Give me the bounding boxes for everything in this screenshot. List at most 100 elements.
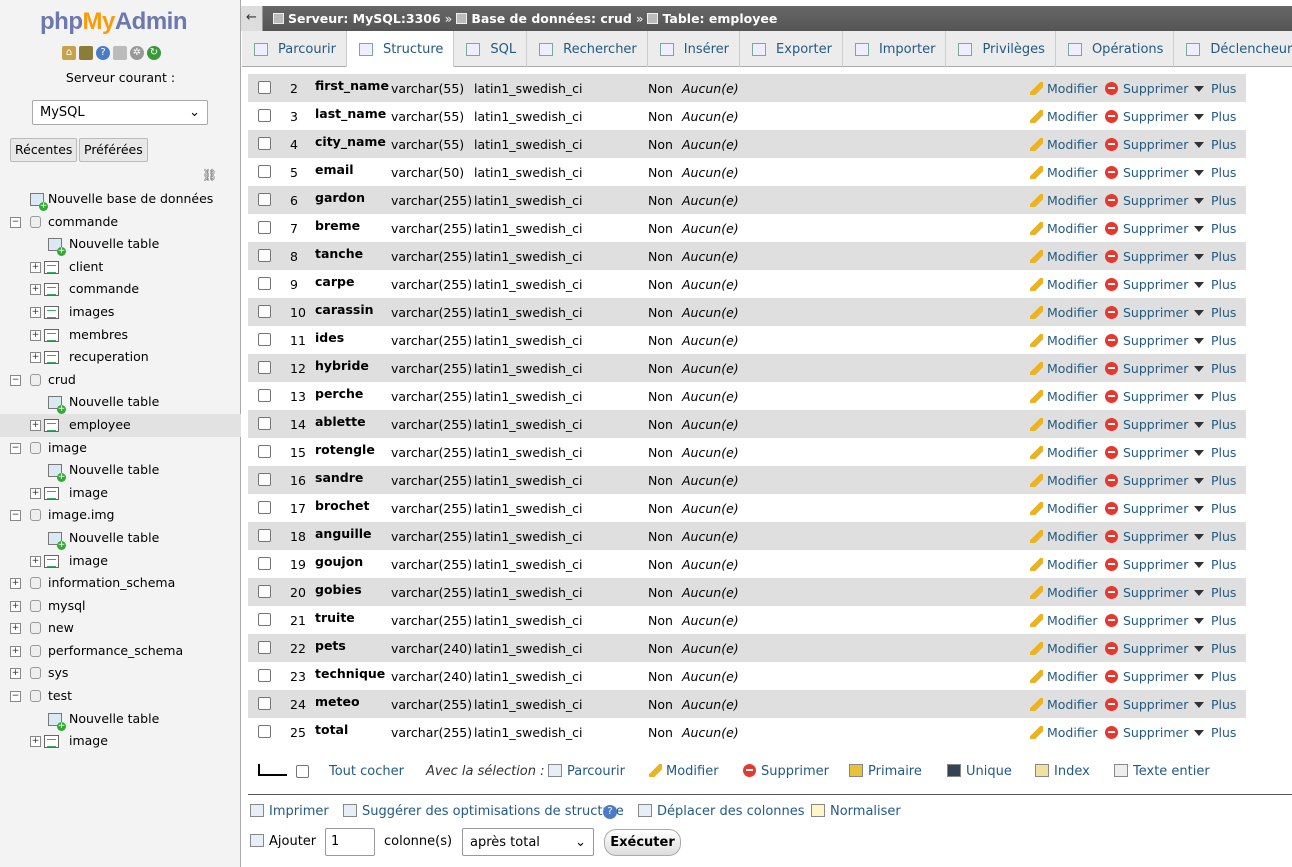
row-checkbox[interactable]	[258, 249, 271, 262]
tree-item[interactable]: + information_schema	[0, 572, 241, 595]
tree-item[interactable]: Nouvelle table	[0, 459, 241, 483]
server-select[interactable]: MySQL ⌄	[32, 100, 208, 125]
delete-button[interactable]: Supprimer	[1105, 361, 1188, 376]
delete-button[interactable]: Supprimer	[1105, 529, 1188, 544]
collapse-icon[interactable]: −	[10, 510, 21, 522]
collapse-icon[interactable]: −	[10, 691, 21, 703]
column-position-select[interactable]: après total ⌄	[462, 828, 594, 856]
modify-button[interactable]: Modifier	[1030, 585, 1098, 600]
more-dropdown[interactable]: Plus	[1194, 501, 1236, 516]
tree-item[interactable]: + image	[0, 730, 241, 753]
row-checkbox[interactable]	[258, 305, 271, 318]
tree-item[interactable]: + image	[0, 550, 241, 573]
collapse-icon[interactable]: −	[10, 216, 21, 228]
delete-button[interactable]: Supprimer	[1105, 193, 1188, 208]
delete-button[interactable]: Supprimer	[1105, 109, 1188, 124]
tab-triggers[interactable]: Déclencheurs	[1174, 31, 1292, 67]
expand-icon[interactable]: +	[30, 306, 41, 318]
normalize-link[interactable]: Normaliser	[811, 804, 901, 819]
expand-icon[interactable]: +	[10, 600, 21, 612]
row-checkbox[interactable]	[258, 277, 271, 290]
row-checkbox[interactable]	[258, 361, 271, 374]
tree-item[interactable]: Nouvelle table	[0, 233, 241, 257]
tree-item[interactable]: + sys	[0, 662, 241, 685]
row-checkbox[interactable]	[258, 585, 271, 598]
row-checkbox[interactable]	[258, 613, 271, 626]
more-dropdown[interactable]: Plus	[1194, 305, 1236, 320]
delete-button[interactable]: Supprimer	[1105, 333, 1188, 348]
expand-icon[interactable]: +	[10, 668, 21, 680]
check-all-label[interactable]: Tout cocher	[329, 764, 404, 779]
modify-button[interactable]: Modifier	[1030, 249, 1098, 264]
breadcrumb-table[interactable]: Table: employee	[647, 11, 777, 26]
bulk-primary-button[interactable]: Primaire	[849, 764, 922, 779]
row-checkbox[interactable]	[258, 389, 271, 402]
modify-button[interactable]: Modifier	[1030, 641, 1098, 656]
tree-item[interactable]: Nouvelle base de données	[0, 188, 241, 211]
more-dropdown[interactable]: Plus	[1194, 165, 1236, 180]
modify-button[interactable]: Modifier	[1030, 613, 1098, 628]
more-dropdown[interactable]: Plus	[1194, 361, 1236, 376]
tree-item[interactable]: − crud	[0, 369, 241, 392]
tree-item[interactable]: Nouvelle table	[0, 527, 241, 550]
delete-button[interactable]: Supprimer	[1105, 277, 1188, 292]
delete-button[interactable]: Supprimer	[1105, 641, 1188, 656]
more-dropdown[interactable]: Plus	[1194, 109, 1236, 124]
execute-button[interactable]: Exécuter	[604, 829, 681, 856]
tab-wrench[interactable]: Opérations	[1056, 31, 1175, 67]
collapse-icon[interactable]: −	[10, 442, 21, 454]
modify-button[interactable]: Modifier	[1030, 473, 1098, 488]
more-dropdown[interactable]: Plus	[1194, 669, 1236, 684]
bulk-index-button[interactable]: Index	[1035, 764, 1090, 779]
modify-button[interactable]: Modifier	[1030, 417, 1098, 432]
tree-item[interactable]: − image	[0, 437, 241, 460]
more-dropdown[interactable]: Plus	[1194, 137, 1236, 152]
tab-sql[interactable]: SQL	[454, 31, 528, 67]
home-icon[interactable]: ⌂	[62, 46, 76, 60]
row-checkbox[interactable]	[258, 529, 271, 542]
link-with-main-panel-icon[interactable]: ⛓	[202, 168, 217, 182]
favorite-tables-button[interactable]: Préférées	[79, 138, 148, 162]
tree-item[interactable]: + mysql	[0, 595, 241, 618]
delete-button[interactable]: Supprimer	[1105, 417, 1188, 432]
more-dropdown[interactable]: Plus	[1194, 529, 1236, 544]
more-dropdown[interactable]: Plus	[1194, 445, 1236, 460]
breadcrumb-database[interactable]: Base de données: crud	[456, 11, 632, 26]
tree-item[interactable]: + commande	[0, 278, 241, 301]
delete-button[interactable]: Supprimer	[1105, 305, 1188, 320]
tree-item[interactable]: − test	[0, 685, 241, 708]
row-checkbox[interactable]	[258, 333, 271, 346]
collapse-arrow-icon[interactable]: ←	[241, 6, 263, 31]
tree-item[interactable]: − commande	[0, 211, 241, 234]
expand-icon[interactable]: +	[30, 352, 41, 364]
bulk-unique-button[interactable]: Unique	[947, 764, 1012, 779]
tree-item[interactable]: + membres	[0, 324, 241, 347]
more-dropdown[interactable]: Plus	[1194, 613, 1236, 628]
reload-icon[interactable]: ↻	[147, 46, 161, 60]
delete-button[interactable]: Supprimer	[1105, 473, 1188, 488]
more-dropdown[interactable]: Plus	[1194, 697, 1236, 712]
modify-button[interactable]: Modifier	[1030, 445, 1098, 460]
tree-item[interactable]: + recuperation	[0, 346, 241, 369]
expand-icon[interactable]: +	[10, 645, 21, 657]
row-checkbox[interactable]	[258, 109, 271, 122]
docs-icon[interactable]	[113, 46, 127, 60]
row-checkbox[interactable]	[258, 501, 271, 514]
print-link[interactable]: Imprimer	[250, 804, 329, 819]
delete-button[interactable]: Supprimer	[1105, 165, 1188, 180]
delete-button[interactable]: Supprimer	[1105, 221, 1188, 236]
modify-button[interactable]: Modifier	[1030, 165, 1098, 180]
more-dropdown[interactable]: Plus	[1194, 473, 1236, 488]
bulk-modify-button[interactable]: Modifier	[649, 764, 719, 779]
tree-item[interactable]: + performance_schema	[0, 640, 241, 663]
expand-icon[interactable]: +	[30, 555, 41, 567]
tab-search[interactable]: Rechercher	[527, 31, 648, 67]
bulk-fulltext-button[interactable]: Texte entier	[1114, 764, 1210, 779]
logout-icon[interactable]	[79, 46, 93, 60]
modify-button[interactable]: Modifier	[1030, 221, 1098, 236]
delete-button[interactable]: Supprimer	[1105, 389, 1188, 404]
more-dropdown[interactable]: Plus	[1194, 81, 1236, 96]
tree-item[interactable]: Nouvelle table	[0, 708, 241, 731]
modify-button[interactable]: Modifier	[1030, 697, 1098, 712]
more-dropdown[interactable]: Plus	[1194, 417, 1236, 432]
